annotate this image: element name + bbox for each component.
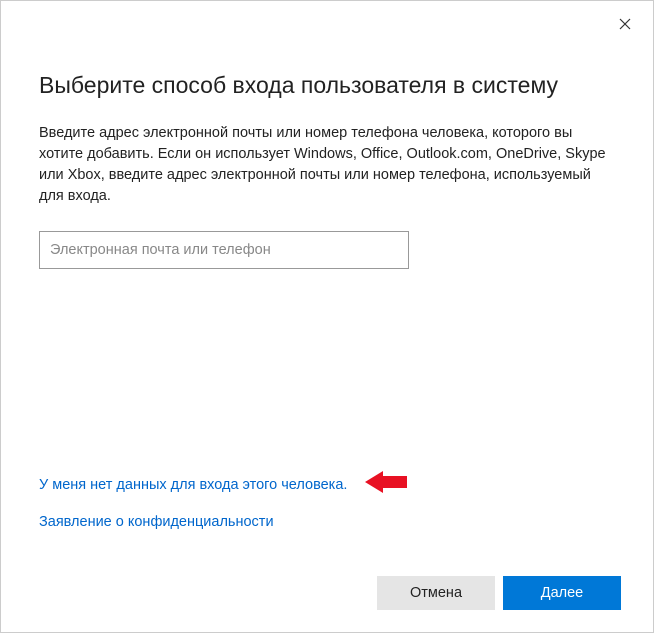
- dialog-title: Выберите способ входа пользователя в сис…: [39, 71, 615, 101]
- dialog-description: Введите адрес электронной почты или номе…: [39, 123, 615, 207]
- close-button[interactable]: [609, 9, 641, 41]
- arrow-annotation-icon: [365, 469, 407, 500]
- no-signin-info-link[interactable]: У меня нет данных для входа этого челове…: [39, 477, 347, 493]
- cancel-button[interactable]: Отмена: [377, 576, 495, 610]
- next-button[interactable]: Далее: [503, 576, 621, 610]
- dialog-footer: Отмена Далее: [377, 576, 621, 610]
- privacy-link[interactable]: Заявление о конфиденциальности: [39, 514, 274, 530]
- dialog-content: Выберите способ входа пользователя в сис…: [1, 1, 653, 269]
- link-row-privacy: Заявление о конфиденциальности: [39, 514, 407, 530]
- close-icon: [619, 17, 631, 34]
- links-area: У меня нет данных для входа этого челове…: [39, 469, 407, 544]
- email-phone-input[interactable]: [39, 231, 409, 269]
- input-container: [39, 231, 615, 269]
- link-row-no-signin: У меня нет данных для входа этого челове…: [39, 469, 407, 500]
